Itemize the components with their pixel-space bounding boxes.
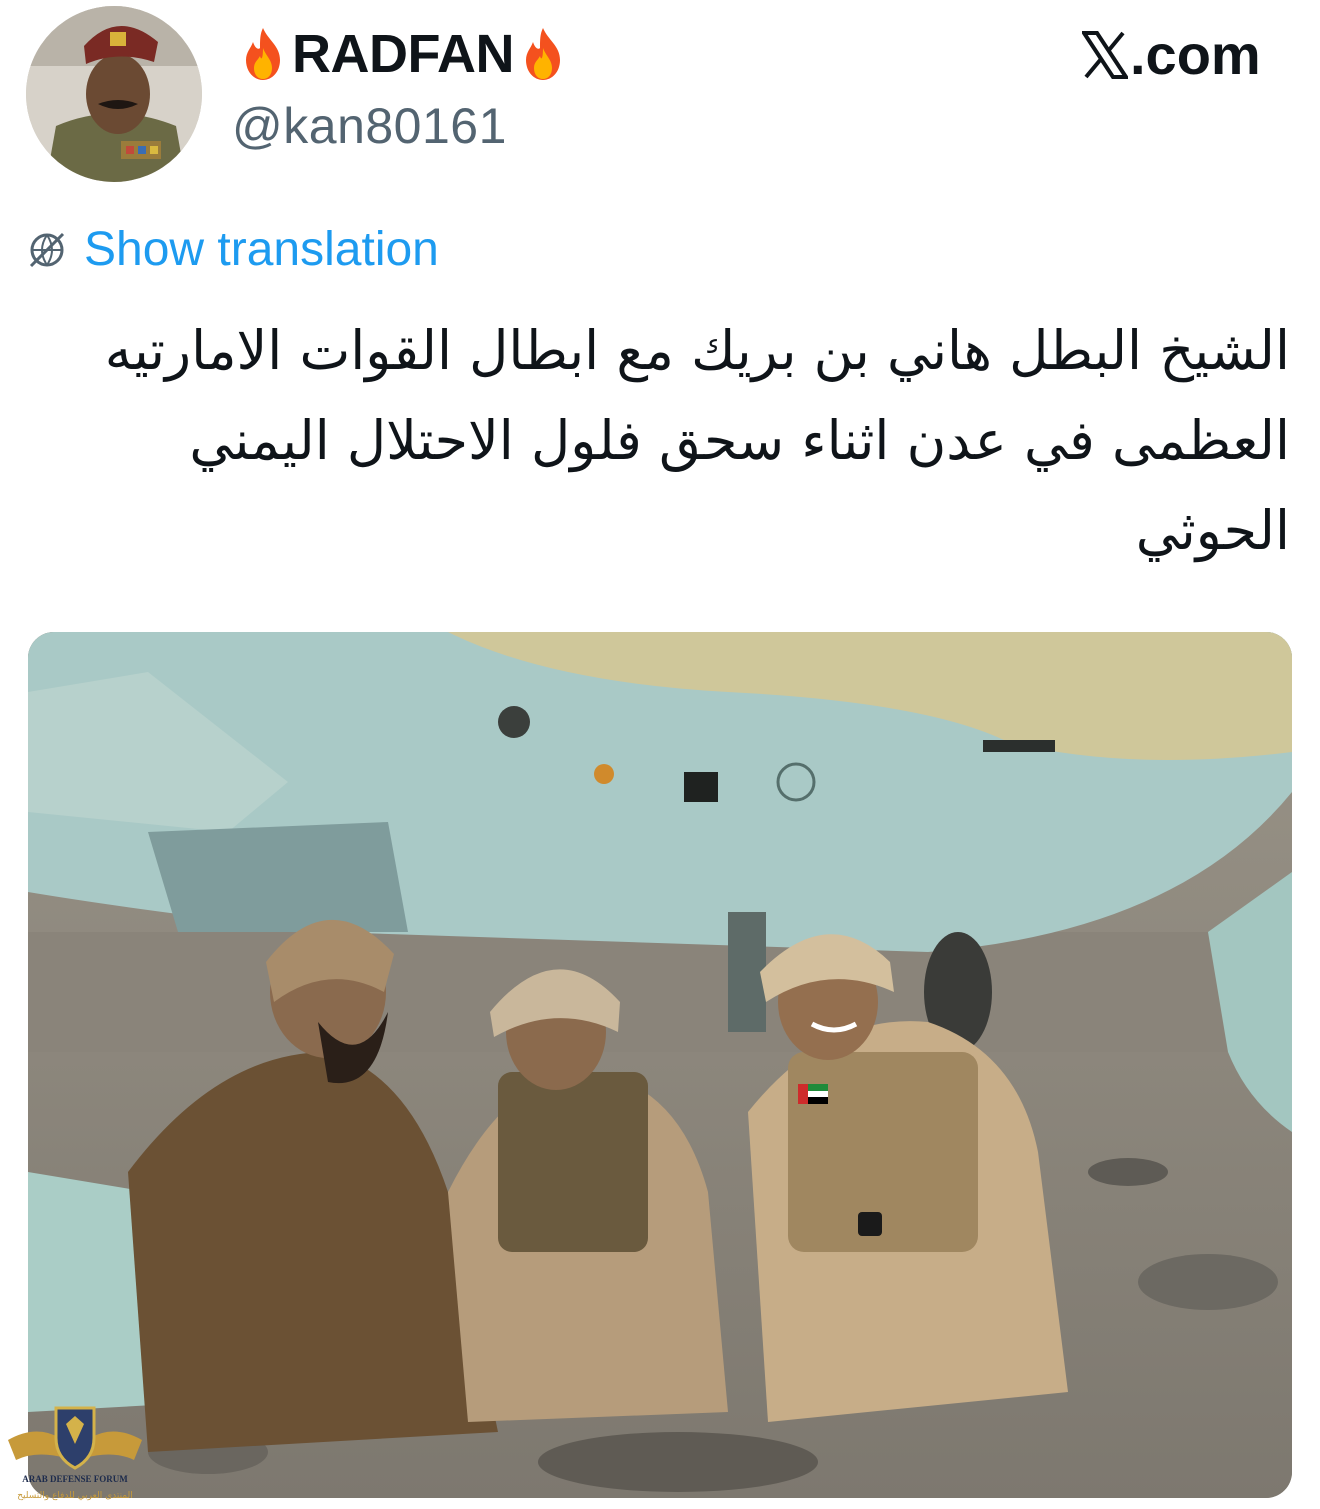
x-logo-icon bbox=[1082, 31, 1128, 79]
profile-avatar[interactable] bbox=[26, 6, 202, 182]
x-com-brand[interactable]: .com bbox=[1082, 20, 1261, 90]
translate-row[interactable]: Show translation bbox=[26, 220, 439, 280]
tweet-text: الشيخ البطل هاني بن بريك مع ابطال القوات… bbox=[104, 319, 1290, 562]
forum-logo-icon: ARAB DEFENSE FORUM المنتدى العربي للدفاع… bbox=[8, 1406, 142, 1501]
globe-slash-icon bbox=[29, 232, 65, 268]
brand-domain: .com bbox=[1130, 23, 1261, 86]
watermark-subtitle: المنتدى العربي للدفاع والتسليح bbox=[17, 1491, 132, 1501]
avatar-photo bbox=[26, 6, 202, 182]
author-name-row[interactable]: RADFAN bbox=[238, 22, 568, 86]
author-handle[interactable]: @kan80161 bbox=[232, 96, 507, 156]
show-translation-link[interactable]: Show translation bbox=[84, 220, 439, 280]
display-name: RADFAN bbox=[292, 24, 515, 84]
arab-defense-forum-watermark: ARAB DEFENSE FORUM المنتدى العربي للدفاع… bbox=[6, 1398, 144, 1504]
fire-icon bbox=[526, 28, 560, 80]
media-photo bbox=[28, 632, 1292, 1498]
fire-icon bbox=[246, 28, 280, 80]
watermark-title: ARAB DEFENSE FORUM bbox=[22, 1474, 128, 1484]
tweet-media-image[interactable] bbox=[28, 632, 1292, 1498]
